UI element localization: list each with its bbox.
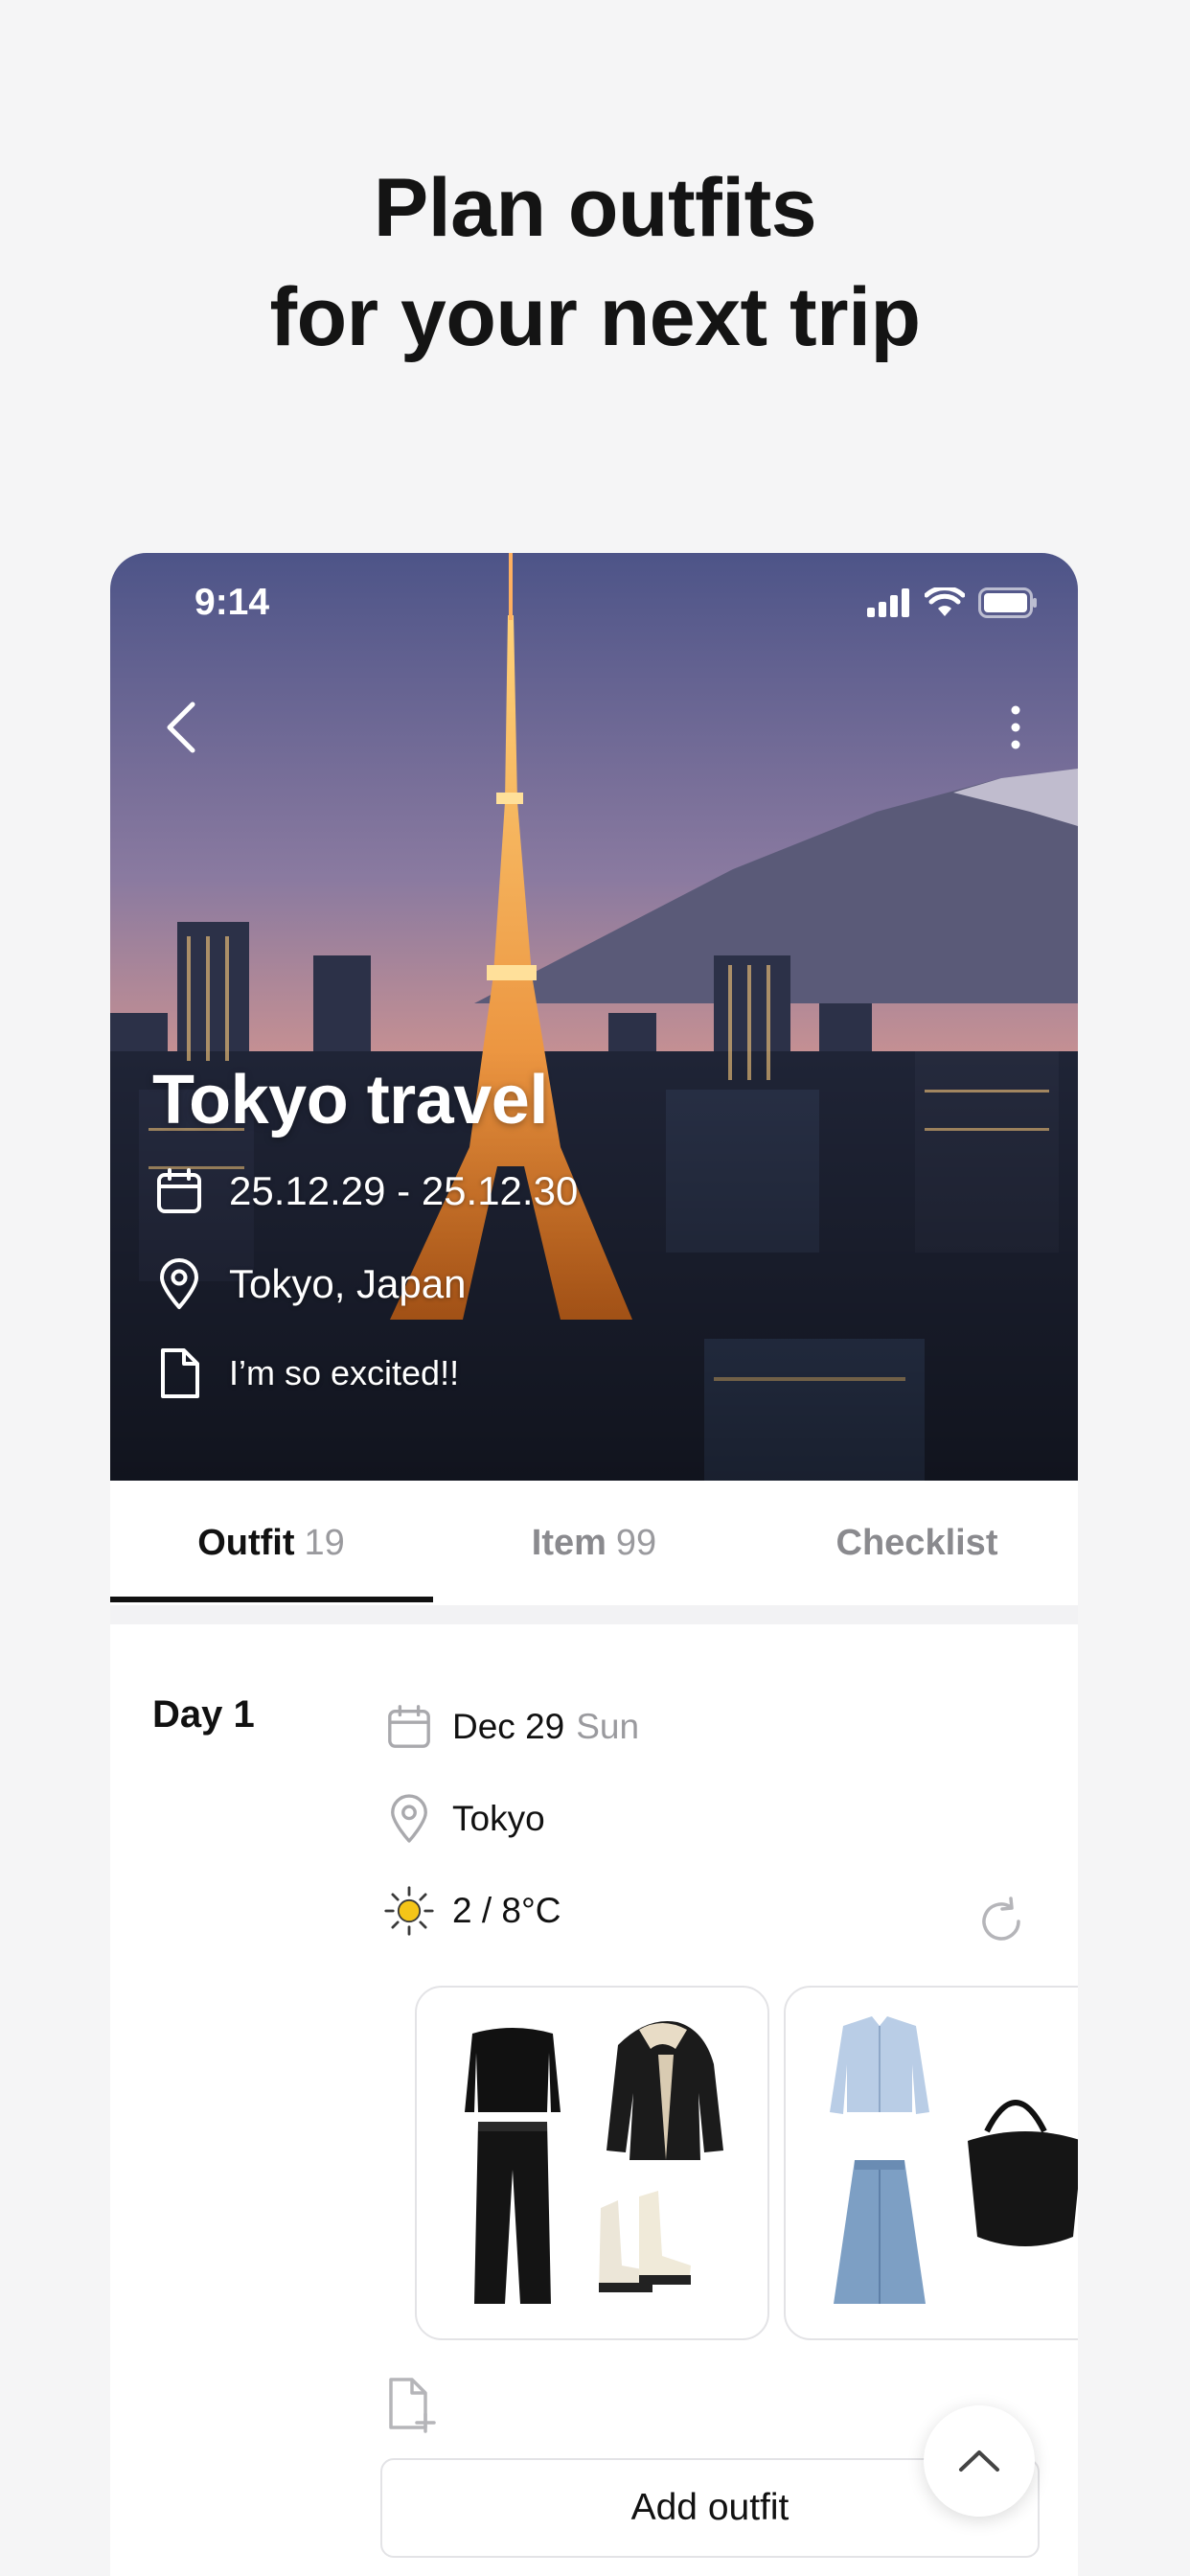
active-tab-indicator (110, 1597, 433, 1602)
wifi-icon (925, 587, 965, 616)
tab-outfit[interactable]: Outfit 19 (110, 1481, 432, 1605)
document-icon (152, 1346, 206, 1400)
day-weather: 2 / 8°C (452, 1891, 561, 1930)
day-location: Tokyo (452, 1799, 545, 1838)
outfit-card[interactable] (784, 1986, 1078, 2340)
trip-dates: 25.12.29 - 25.12.30 (229, 1168, 579, 1213)
day-weather-row: 2 / 8°C (383, 1885, 561, 1937)
outfit-image (465, 2021, 723, 2304)
chevron-left-icon (167, 702, 195, 753)
headline-line-2: for your next trip (269, 271, 921, 363)
tab-item-count: 99 (615, 1522, 657, 1563)
add-note-button[interactable] (383, 2374, 441, 2435)
location-pin-icon (383, 1793, 435, 1845)
day-weekday: Sun (576, 1707, 640, 1746)
trip-memo: I’m so excited!! (229, 1353, 460, 1392)
battery-icon (978, 587, 1037, 618)
outfit-card[interactable] (415, 1986, 769, 2340)
day-label: Day 1 (152, 1693, 255, 1736)
trip-memo-row: I’m so excited!! (152, 1346, 459, 1400)
calendar-icon (383, 1701, 435, 1753)
tab-checklist[interactable]: Checklist (756, 1481, 1078, 1605)
tab-item[interactable]: Item 99 (433, 1481, 755, 1605)
refresh-icon (982, 1897, 1020, 1941)
more-options-button[interactable] (992, 689, 1040, 766)
tab-item-label: Item (531, 1522, 606, 1563)
trip-title: Tokyo travel (152, 1062, 548, 1138)
phone-screen: 9:14 Tokyo travel 25.12.29 - 25.12.30 To… (110, 553, 1078, 2576)
tab-outfit-count: 19 (304, 1522, 345, 1563)
add-note-icon (389, 2378, 436, 2433)
tokyo-cityscape-image (110, 553, 1078, 1481)
scroll-to-top-button[interactable] (924, 2405, 1035, 2517)
page-headline: Plan outfits for your next trip (0, 153, 1190, 372)
outfit-image (830, 2016, 1078, 2304)
calendar-icon (152, 1164, 206, 1218)
trip-location-row: Tokyo, Japan (152, 1257, 467, 1311)
status-icons (867, 587, 1038, 618)
trip-dates-row: 25.12.29 - 25.12.30 (152, 1164, 578, 1218)
headline-line-1: Plan outfits (373, 162, 817, 254)
trip-hero: 9:14 Tokyo travel 25.12.29 - 25.12.30 To… (110, 553, 1078, 1481)
day-date-row: Dec 29 Sun (383, 1701, 639, 1753)
more-vertical-icon (1011, 705, 1020, 749)
section-divider (110, 1605, 1078, 1624)
day-date: Dec 29 (452, 1707, 565, 1746)
location-pin-icon (152, 1257, 206, 1311)
sun-icon (383, 1885, 435, 1937)
status-time: 9:14 (195, 582, 270, 623)
signal-icon (867, 588, 909, 617)
chevron-up-icon (959, 2450, 999, 2472)
tab-checklist-label: Checklist (835, 1522, 998, 1563)
trip-tabs: Outfit 19 Item 99 Checklist (110, 1481, 1078, 1607)
back-button[interactable] (149, 689, 216, 766)
day-location-row: Tokyo (383, 1793, 545, 1845)
refresh-weather-button[interactable] (973, 1893, 1030, 1950)
trip-location: Tokyo, Japan (229, 1261, 467, 1306)
tab-outfit-label: Outfit (197, 1522, 295, 1563)
